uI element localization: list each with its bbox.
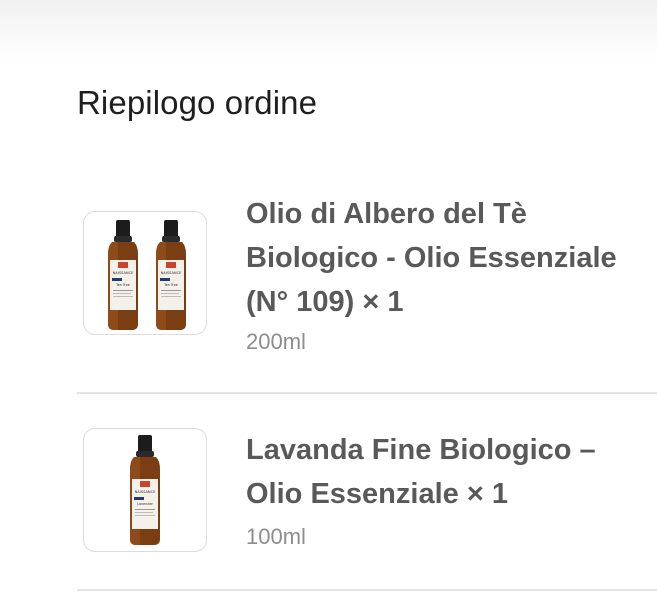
product-thumbnail[interactable]: NAISSANCE Tea Tree NAISSANCE Tea Tree [83,211,207,335]
top-shadow [0,0,657,60]
two-amber-bottles-image: NAISSANCE Tea Tree NAISSANCE Tea Tree [108,220,186,330]
divider [77,589,657,591]
item-variant: 200ml [246,329,306,354]
bottle-1: NAISSANCE Tea Tree [108,220,138,330]
item-name-text: Lavanda Fine Biologico – Olio Essenziale [246,434,596,510]
page-title: Riepilogo ordine [77,84,318,121]
item-quantity: × 1 [466,478,508,510]
svg-text:Tea Tree: Tea Tree [115,283,130,287]
bottle-2: NAISSANCE Tea Tree [156,220,186,330]
bottle: NAISSANCE Lavender [130,435,160,545]
svg-text:NAISSANCE: NAISSANCE [135,490,156,494]
item-quantity: × 1 [362,286,404,318]
item-name[interactable]: Lavanda Fine Biologico – Olio Essenziale… [246,428,656,516]
svg-text:NAISSANCE: NAISSANCE [113,271,134,275]
amber-bottle-image: NAISSANCE Lavender [130,435,160,545]
svg-text:NAISSANCE: NAISSANCE [161,271,182,275]
item-name-text: Olio di Albero del Tè Biologico - Olio E… [246,198,617,318]
svg-text:Tea Tree: Tea Tree [163,283,178,287]
item-variant: 100ml [246,524,306,549]
svg-text:Lavender: Lavender [137,502,153,506]
divider [77,392,657,394]
item-name[interactable]: Olio di Albero del Tè Biologico - Olio E… [246,192,656,324]
product-thumbnail[interactable]: NAISSANCE Lavender [83,428,207,552]
